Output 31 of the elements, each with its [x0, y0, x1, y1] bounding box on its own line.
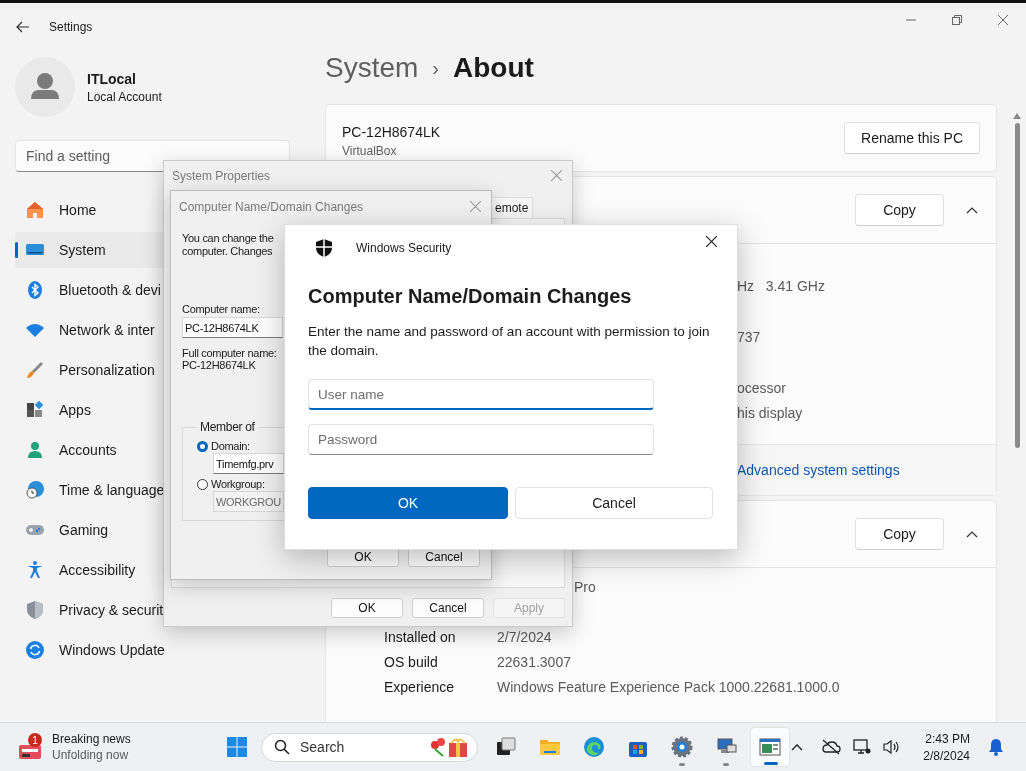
spec-label: Experience — [384, 678, 456, 695]
search-placeholder: Search — [300, 739, 345, 755]
spec-value: Hz 3.41 GHz — [737, 277, 826, 296]
spec-value: Pro — [574, 578, 596, 595]
window-title: Settings — [49, 20, 93, 34]
breadcrumb-separator: › — [432, 56, 440, 80]
intro-text: You can change the — [182, 232, 274, 245]
news-subtitle: Unfolding now — [52, 748, 130, 762]
field-label: Computer name: — [182, 303, 260, 315]
group-label: Member of — [199, 420, 256, 434]
dialog-title: Computer Name/Domain Changes — [179, 199, 364, 214]
account-type: Local Account — [87, 89, 162, 104]
account-name: ITLocal — [87, 70, 137, 87]
spec-value: Windows Feature Experience Pack 1000.22681.1000.0 — [497, 678, 840, 695]
app-name: Windows Security — [356, 241, 452, 255]
full-computer-name: PC-12H8674LK — [182, 359, 256, 371]
intro-text: computer. Changes — [182, 245, 274, 258]
spec-value: 737 — [737, 328, 762, 347]
dialog-heading: Computer Name/Domain Changes — [308, 285, 633, 308]
device-model: VirtualBox — [342, 144, 398, 158]
spec-value: 22631.3007 — [497, 653, 571, 670]
spec-label: Installed on — [384, 628, 457, 645]
spec-value: ocessor — [737, 379, 788, 398]
spec-value: 2/7/2024 — [497, 628, 552, 645]
page-title: About — [453, 52, 534, 84]
notification-badge: 1 — [28, 733, 42, 747]
spec-label: OS build — [384, 653, 439, 670]
device-name: PC-12H8674LK — [342, 124, 441, 140]
spec-value: his display — [737, 404, 804, 423]
dialog-message: Enter the name and password of an account with permission to join the domain. — [308, 323, 711, 360]
field-label: Full computer name: — [182, 347, 277, 359]
